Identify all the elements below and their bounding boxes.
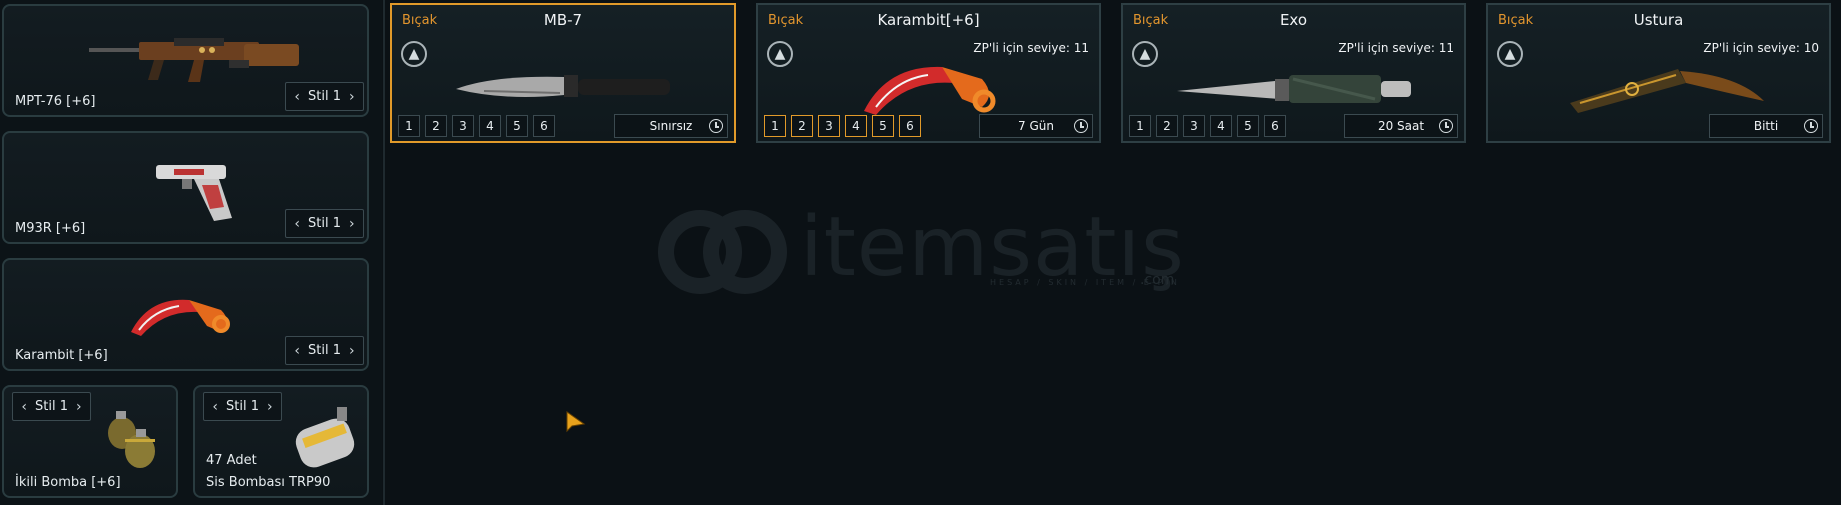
loadout-slot-grenade[interactable]: ‹ Stil 1 › İkili Bomba [+6]	[2, 385, 178, 498]
level-4-button[interactable]: 4	[845, 115, 867, 137]
style-label: Stil 1	[308, 343, 341, 358]
loadout-slot-melee[interactable]: Karambit [+6] ‹ Stil 1 ›	[2, 258, 369, 371]
chevron-right-icon[interactable]: ›	[267, 399, 273, 415]
loadout-slot-primary[interactable]: MPT-76 [+6] ‹ Stil 1 ›	[2, 4, 369, 117]
upgrade-arrow-icon[interactable]: ▲	[767, 41, 793, 67]
level-selector: 1 2 3 4 5 6	[398, 115, 555, 137]
level-3-button[interactable]: 3	[452, 115, 474, 137]
duration-box[interactable]: Bitti	[1709, 114, 1823, 138]
item-quantity: 47 Adet	[206, 453, 257, 468]
level-requirement: ZP'li için seviye: 10	[1703, 41, 1819, 55]
clock-icon	[1074, 119, 1088, 133]
level-requirement: ZP'li için seviye: 11	[973, 41, 1089, 55]
knife-card-exo[interactable]: Bıçak Exo ▲ ZP'li için seviye: 11 1 2 3 …	[1121, 3, 1466, 143]
watermark-logo-icon	[658, 210, 787, 294]
panel-divider	[383, 0, 385, 505]
duration-box[interactable]: Sınırsız	[614, 114, 728, 138]
style-label: Stil 1	[308, 216, 341, 231]
chevron-left-icon[interactable]: ‹	[294, 216, 300, 232]
level-5-button[interactable]: 5	[872, 115, 894, 137]
chevron-left-icon[interactable]: ‹	[294, 343, 300, 359]
style-label: Stil 1	[35, 399, 68, 414]
style-selector-primary[interactable]: ‹ Stil 1 ›	[285, 82, 364, 111]
style-selector-smoke[interactable]: ‹ Stil 1 ›	[203, 392, 282, 421]
chevron-right-icon[interactable]: ›	[76, 399, 82, 415]
smoke-grenade-image	[295, 407, 355, 468]
watermark-domain: .com	[1140, 272, 1175, 288]
knife-card-mb7[interactable]: Bıçak MB-7 ▲ 1 2 3 4 5 6 Sınırsız	[390, 3, 736, 143]
level-1-button[interactable]: 1	[764, 115, 786, 137]
knife-card-ustura[interactable]: Bıçak Ustura ▲ ZP'li için seviye: 10 Bit…	[1486, 3, 1831, 143]
rifle-image	[89, 38, 299, 82]
ustura-razor-image	[1570, 69, 1764, 113]
level-3-button[interactable]: 3	[818, 115, 840, 137]
level-1-button[interactable]: 1	[1129, 115, 1151, 137]
duration-label: Bitti	[1753, 119, 1779, 133]
chevron-right-icon[interactable]: ›	[349, 89, 355, 105]
clock-icon	[709, 119, 723, 133]
chevron-left-icon[interactable]: ‹	[212, 399, 218, 415]
pistol-image	[156, 165, 232, 221]
karambit-image	[131, 299, 230, 336]
duration-label: 7 Gün	[1018, 119, 1054, 133]
loadout-slot-smoke[interactable]: ‹ Stil 1 › 47 Adet Sis Bombası TRP90	[193, 385, 369, 498]
slot-name-smoke: Sis Bombası TRP90	[206, 475, 331, 490]
chevron-left-icon[interactable]: ‹	[294, 89, 300, 105]
level-2-button[interactable]: 2	[425, 115, 447, 137]
style-selector-grenade[interactable]: ‹ Stil 1 ›	[12, 392, 91, 421]
duration-label: 20 Saat	[1377, 119, 1425, 133]
chevron-right-icon[interactable]: ›	[349, 216, 355, 232]
slot-name-grenade: İkili Bomba [+6]	[15, 475, 121, 490]
duration-box[interactable]: 20 Saat	[1344, 114, 1458, 138]
level-5-button[interactable]: 5	[506, 115, 528, 137]
upgrade-arrow-icon[interactable]: ▲	[1132, 41, 1158, 67]
clock-icon	[1804, 119, 1818, 133]
level-2-button[interactable]: 2	[1156, 115, 1178, 137]
card-title: Ustura	[1633, 11, 1684, 29]
style-label: Stil 1	[226, 399, 259, 414]
level-3-button[interactable]: 3	[1183, 115, 1205, 137]
card-title: Karambit[+6]	[877, 11, 980, 29]
level-4-button[interactable]: 4	[1210, 115, 1232, 137]
duration-label: Sınırsız	[649, 119, 693, 133]
level-selector: 1 2 3 4 5 6	[764, 115, 921, 137]
level-selector: 1 2 3 4 5 6	[1129, 115, 1286, 137]
style-selector-secondary[interactable]: ‹ Stil 1 ›	[285, 209, 364, 238]
chevron-right-icon[interactable]: ›	[349, 343, 355, 359]
level-1-button[interactable]: 1	[398, 115, 420, 137]
karambit-knife-image	[864, 66, 996, 115]
upgrade-arrow-icon[interactable]: ▲	[1497, 41, 1523, 67]
mouse-cursor-icon	[566, 411, 586, 433]
level-5-button[interactable]: 5	[1237, 115, 1259, 137]
level-requirement: ZP'li için seviye: 11	[1338, 41, 1454, 55]
duration-box[interactable]: 7 Gün	[979, 114, 1093, 138]
exo-knife-image	[1177, 75, 1411, 103]
level-6-button[interactable]: 6	[899, 115, 921, 137]
loadout-panel: MPT-76 [+6] ‹ Stil 1 › M93R [+6] ‹ Stil …	[0, 0, 382, 505]
slot-name-secondary: M93R [+6]	[15, 221, 86, 236]
chevron-left-icon[interactable]: ‹	[21, 399, 27, 415]
level-4-button[interactable]: 4	[479, 115, 501, 137]
slot-name-primary: MPT-76 [+6]	[15, 94, 96, 109]
style-selector-melee[interactable]: ‹ Stil 1 ›	[285, 336, 364, 365]
card-title: Exo	[1279, 11, 1308, 29]
card-title: MB-7	[543, 11, 583, 29]
grenade-image	[108, 411, 155, 468]
knife-card-karambit[interactable]: Bıçak Karambit[+6] ▲ ZP'li için seviye: …	[756, 3, 1101, 143]
slot-name-melee: Karambit [+6]	[15, 348, 108, 363]
mb7-knife-image	[456, 75, 670, 97]
loadout-slot-secondary[interactable]: M93R [+6] ‹ Stil 1 ›	[2, 131, 369, 244]
clock-icon	[1439, 119, 1453, 133]
level-6-button[interactable]: 6	[533, 115, 555, 137]
upgrade-arrow-icon[interactable]: ▲	[401, 41, 427, 67]
style-label: Stil 1	[308, 89, 341, 104]
level-2-button[interactable]: 2	[791, 115, 813, 137]
level-6-button[interactable]: 6	[1264, 115, 1286, 137]
